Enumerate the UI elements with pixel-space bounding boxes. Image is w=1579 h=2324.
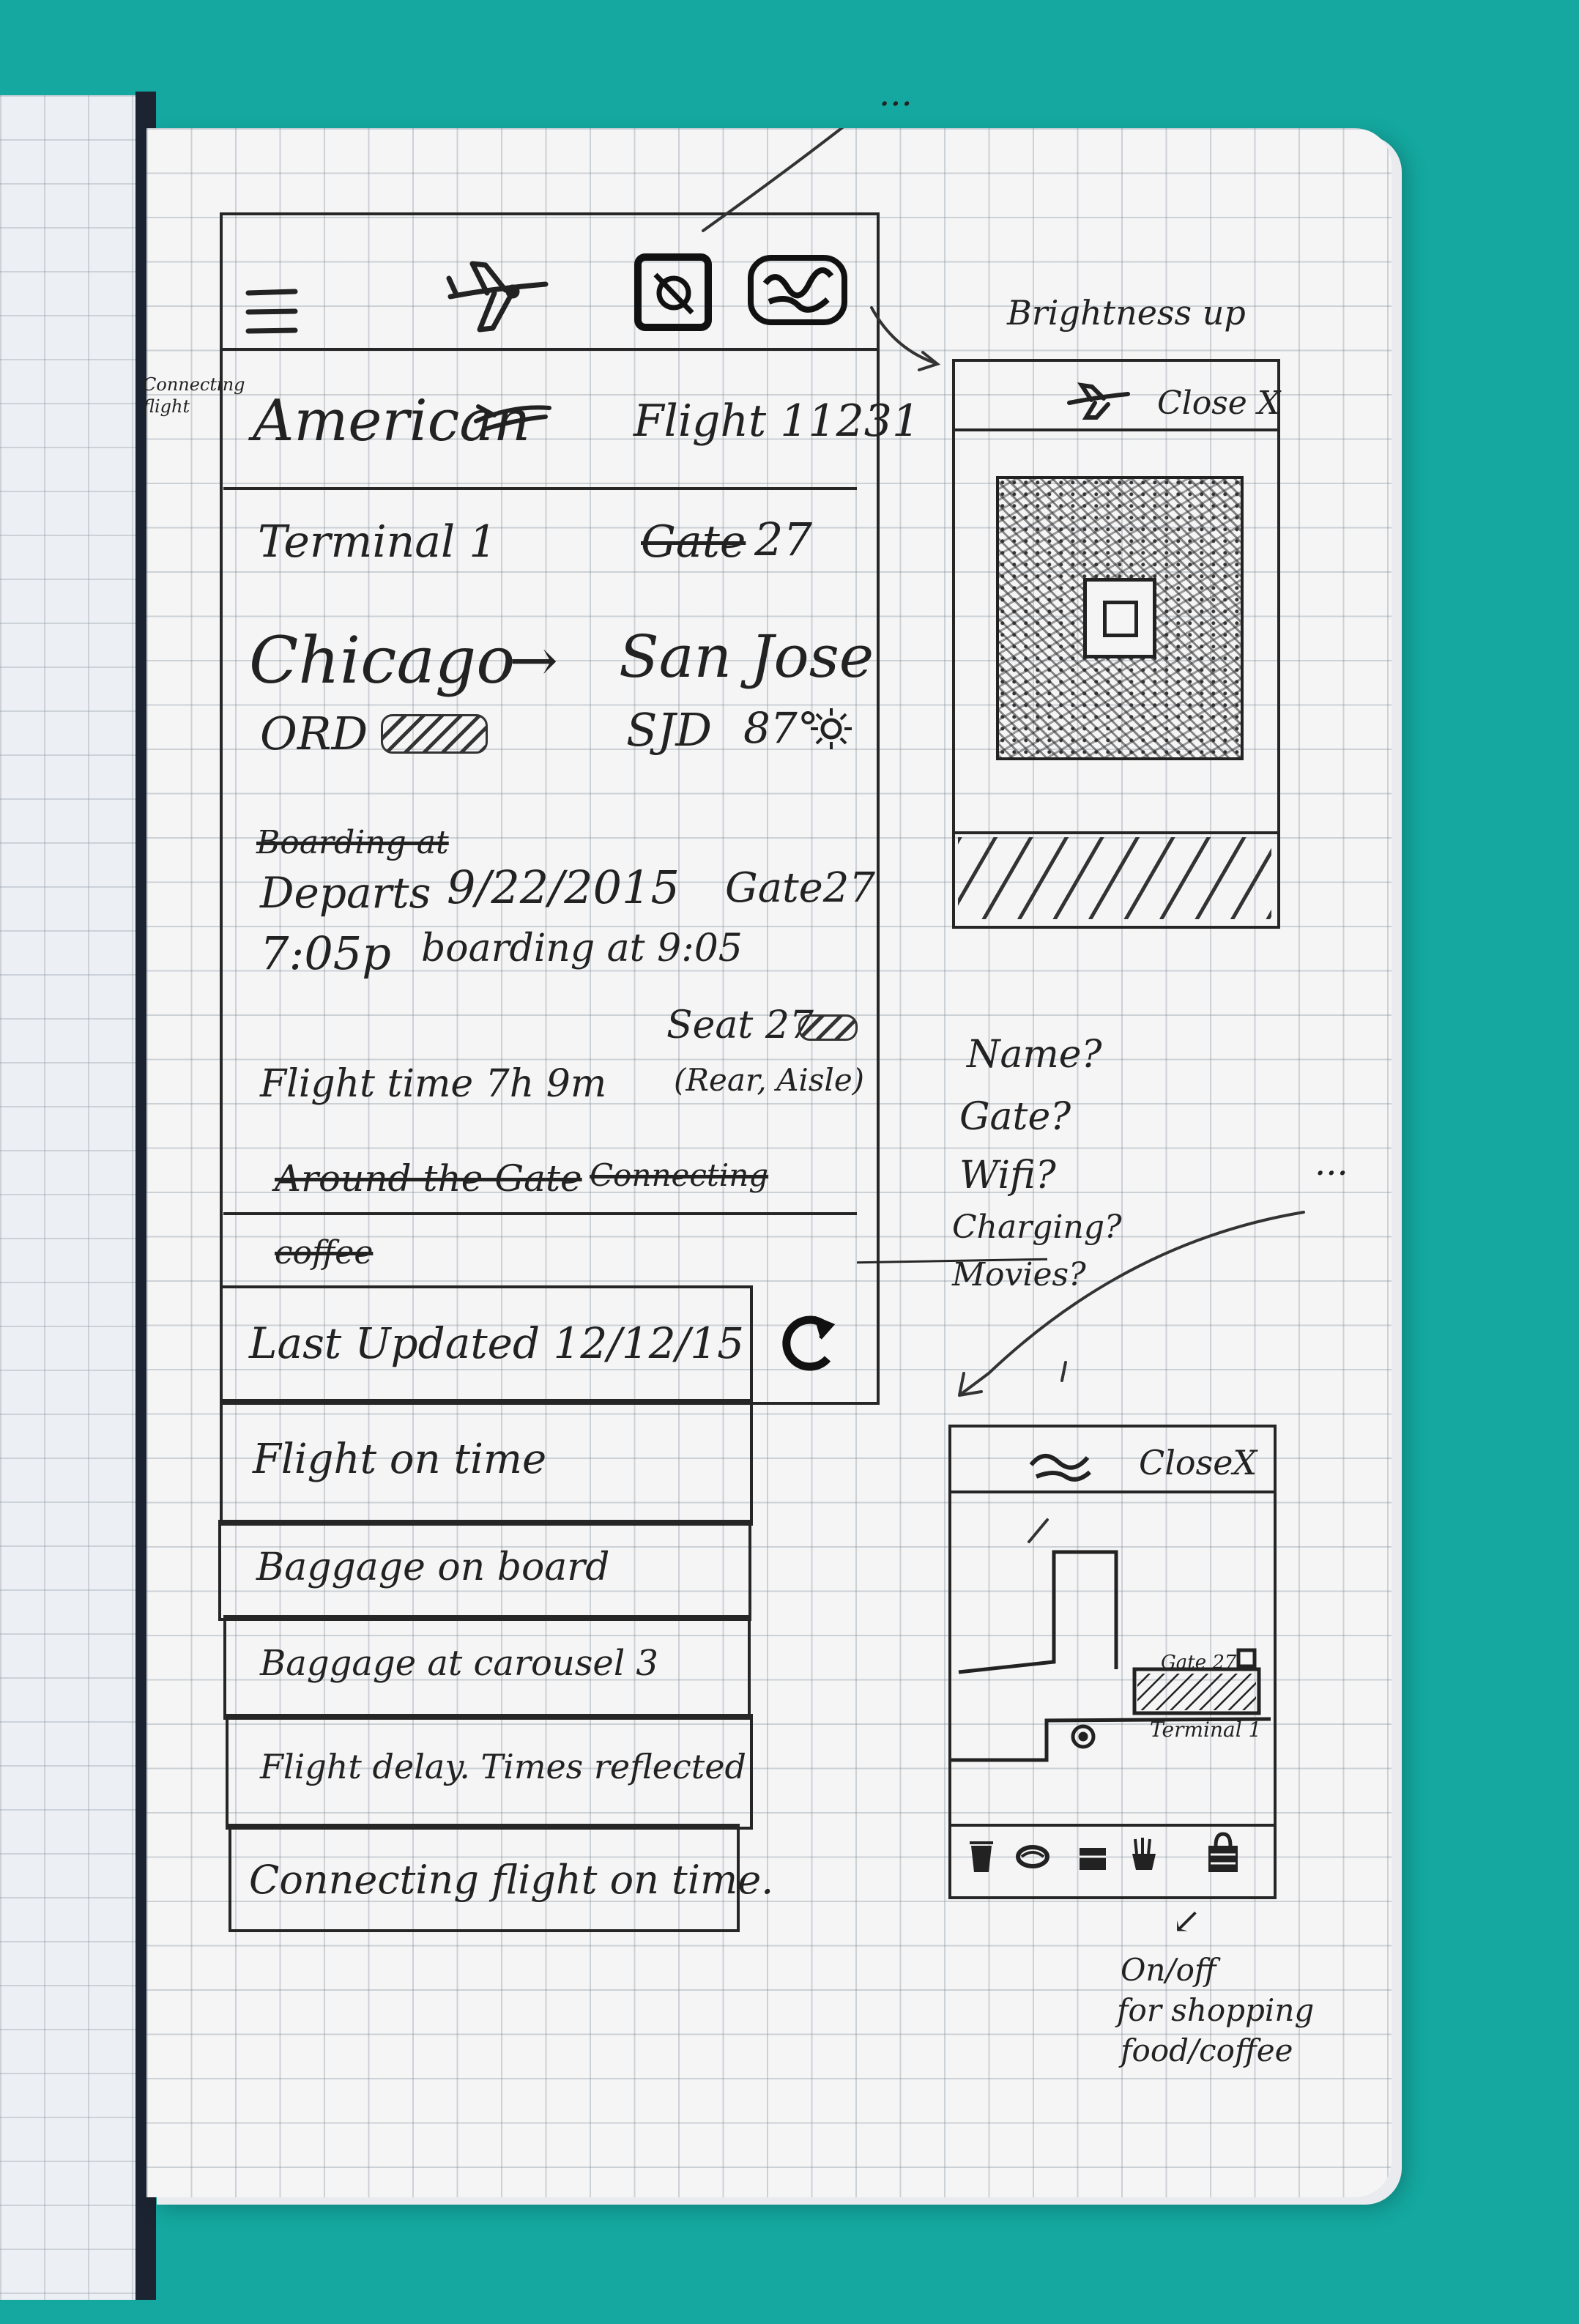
origin-city: Chicago [249, 623, 516, 698]
map-icon[interactable] [747, 254, 850, 327]
seat-number: Seat 27 [666, 1003, 814, 1047]
refresh-icon[interactable] [769, 1307, 842, 1381]
flight-time: Flight time 7h 9m [260, 1062, 607, 1106]
map-icon [1025, 1443, 1095, 1483]
departs-label: Departs [260, 868, 431, 918]
notification-text: Flight on time [253, 1436, 547, 1483]
annotation-line: food/coffee [1121, 2032, 1293, 2068]
flight-number: Flight 11231 [634, 396, 921, 447]
terminal-map [951, 1550, 1271, 1762]
route-arrow: → [509, 626, 559, 694]
gate-label: Gate 27 [1161, 1652, 1237, 1674]
ellipsis-top: ... [879, 73, 913, 114]
annotation-line: for shopping [1117, 1992, 1315, 2028]
close-button[interactable]: CloseX [1139, 1443, 1257, 1482]
coffee-icon[interactable] [967, 1838, 996, 1875]
airline-divider [223, 487, 857, 490]
seat-scribble [798, 1014, 858, 1041]
struck-connecting: Connecting [590, 1157, 769, 1193]
destination-temp: 87° [743, 703, 819, 753]
notification-text: Flight delay. Times reflected [260, 1747, 746, 1786]
barcode-hatch [958, 837, 1271, 919]
struck-coffee: coffee [275, 1234, 374, 1271]
sun-icon [809, 707, 853, 751]
seat-detail: (Rear, Aisle) [674, 1062, 865, 1098]
question-name: Name? [967, 1033, 1102, 1077]
question-gate: Gate? [959, 1095, 1071, 1139]
question-movies: Movies? [952, 1256, 1086, 1293]
boarding-at: boarding at 9:05 [421, 927, 743, 970]
close-button[interactable]: Close X [1157, 385, 1280, 422]
gate-number: 27 [754, 513, 812, 566]
fries-icon[interactable] [1128, 1836, 1160, 1873]
boarding-pass-icon[interactable] [634, 253, 714, 333]
side-note-connecting: Connecting flight [143, 374, 245, 417]
qr-code [996, 476, 1244, 760]
departs-time: 7:05p [260, 927, 391, 980]
annotation-line: On/off [1121, 1952, 1216, 1988]
question-wifi: Wifi? [959, 1154, 1056, 1198]
destination-code: SJD [626, 703, 713, 757]
bag-icon[interactable] [1205, 1831, 1241, 1875]
food-icon[interactable] [1014, 1842, 1051, 1871]
origin-code: ORD [260, 707, 368, 760]
destination-city: San Jose [619, 623, 874, 691]
header-divider [223, 348, 877, 351]
notification-text: Baggage on board [256, 1545, 610, 1589]
sketch-page: American Flight 11231 Terminal 1 Gate 27… [143, 73, 1392, 2197]
airplane-icon[interactable] [443, 256, 553, 337]
list-divider [223, 1212, 857, 1215]
annotation-arrow: ↙ [1172, 1901, 1202, 1942]
airline-logo-icon [472, 401, 553, 437]
boarding-pass-footer-divider [955, 831, 1277, 834]
last-updated-text: Last Updated 12/12/15 [249, 1318, 745, 1368]
airplane-icon [1066, 381, 1132, 421]
departs-gate: Gate27 [725, 864, 876, 912]
question-charging: Charging? [952, 1209, 1122, 1246]
departs-date: 9/22/2015 [447, 861, 680, 914]
gate-struck: Gate [641, 516, 746, 568]
boarding-struck: Boarding at [256, 824, 449, 861]
boarding-pass-header-divider [955, 428, 1277, 431]
map-footer-divider [951, 1824, 1274, 1827]
brightness-annotation: Brightness up [1007, 293, 1246, 333]
terminal-label: Terminal 1 [258, 516, 497, 568]
notification-text: Baggage at carousel 3 [260, 1643, 658, 1684]
notification-text: Connecting flight on time. [249, 1857, 774, 1903]
shop-icon[interactable] [1077, 1841, 1109, 1873]
origin-weather-icon [381, 714, 488, 754]
qr-center-square [1083, 578, 1156, 658]
struck-around-gate: Around the Gate [275, 1157, 582, 1200]
terminal-map-label: Terminal 1 [1150, 1718, 1262, 1742]
notebook-left-page [0, 95, 139, 2300]
ellipsis-right: ... [1315, 1143, 1348, 1184]
menu-icon[interactable] [245, 286, 298, 338]
